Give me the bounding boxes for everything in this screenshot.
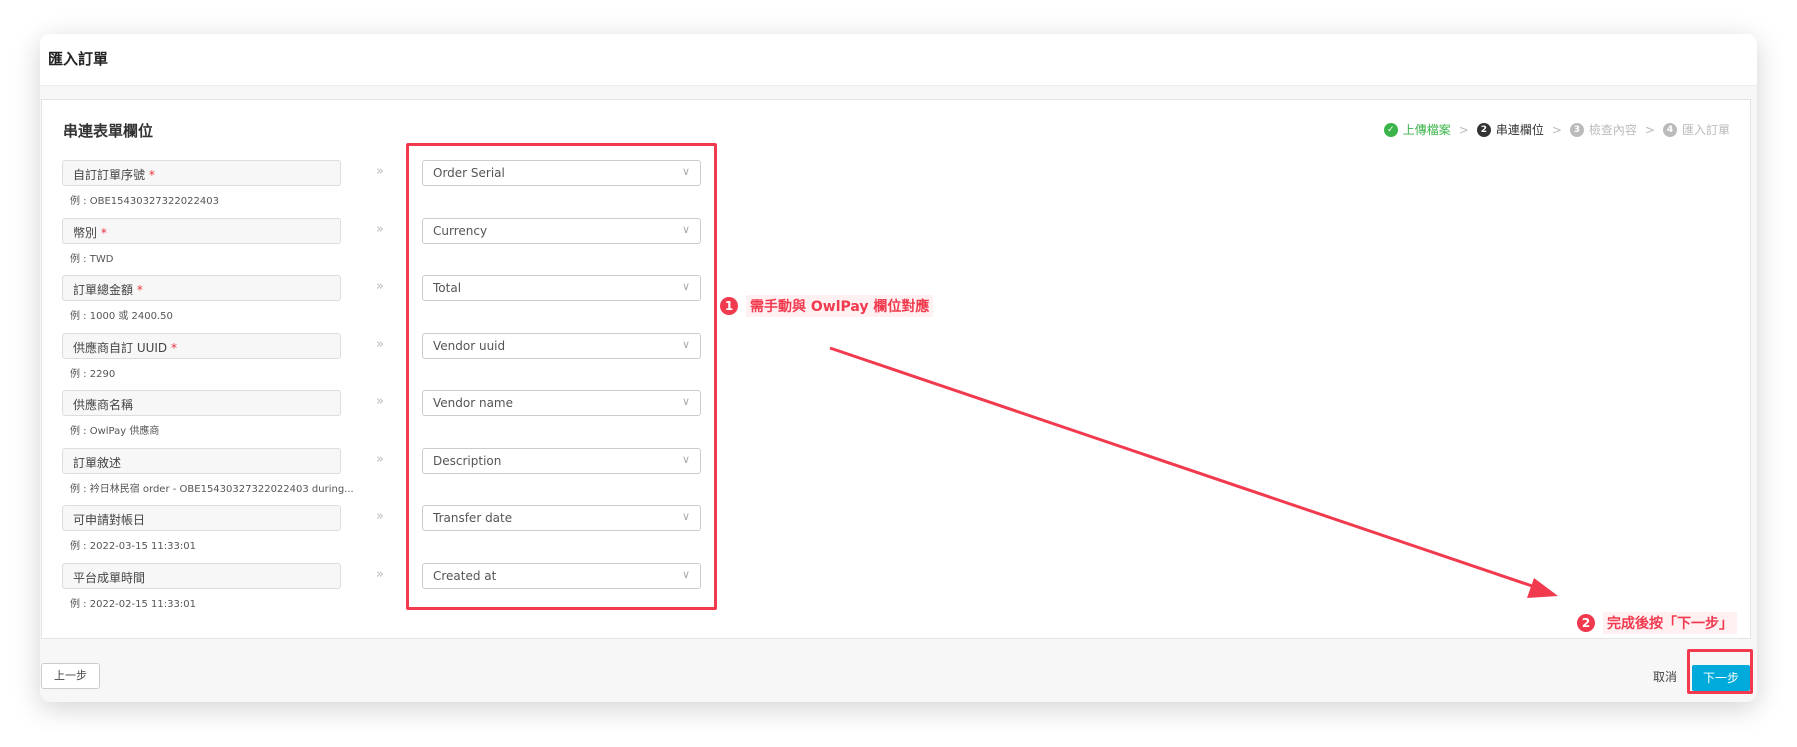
- annotation-arrow: [829, 346, 1558, 598]
